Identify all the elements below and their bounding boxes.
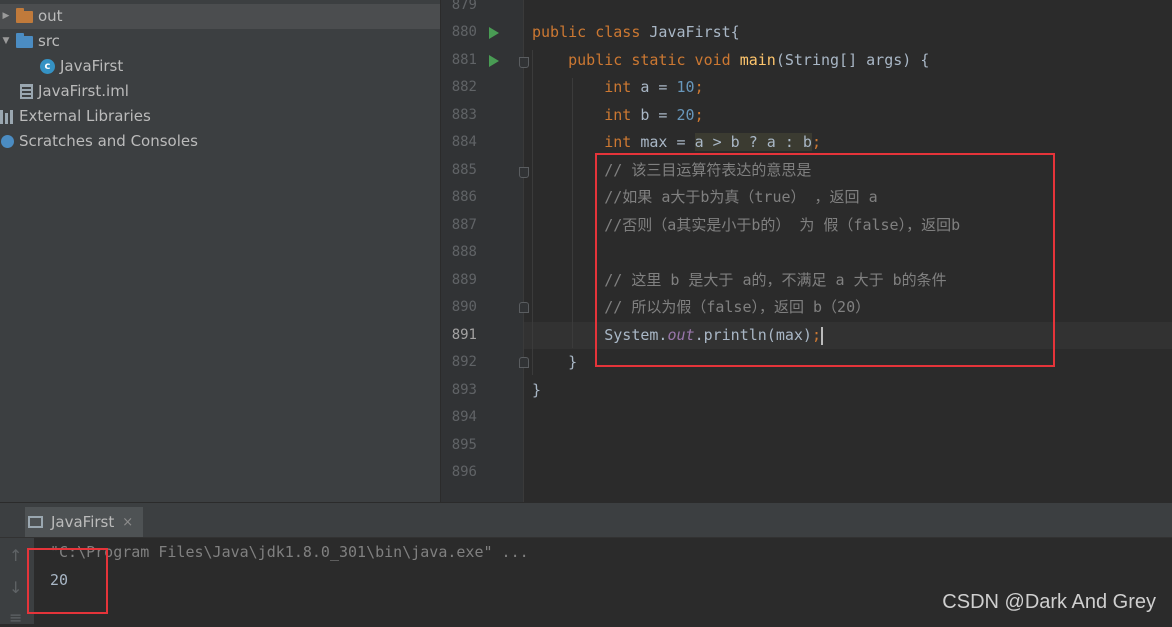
closing-brace: } [532, 381, 542, 399]
line-number: 882 [451, 79, 477, 95]
code-line-892: } [532, 349, 577, 376]
chevron-down-icon[interactable]: ▼ [0, 29, 12, 54]
tree-item-src[interactable]: ▼ src [0, 29, 60, 54]
semicolon: ; [694, 106, 704, 124]
closing-brace: } [568, 353, 578, 371]
line-number: 890 [451, 299, 477, 315]
code-line-893: } [532, 377, 541, 404]
line-number: 885 [451, 162, 477, 178]
fold-marker-icon[interactable] [519, 57, 529, 68]
run-tool-window: JavaFirst × ↑ ↓ ≡ "C:\Program Files\Java… [0, 503, 1172, 627]
code-line-883: int b = 20; [532, 102, 704, 129]
tree-item-label: JavaFirst.iml [38, 82, 129, 100]
fold-marker-icon[interactable] [519, 357, 529, 368]
tree-item-external-libraries[interactable]: External Libraries [0, 104, 151, 129]
code-line-884: int max = a > b ? a : b; [532, 129, 821, 156]
keyword: int [604, 133, 641, 151]
code-editor[interactable]: 879 880 881 882 883 884 885 886 887 888 … [441, 0, 1172, 502]
keyword: int [604, 106, 641, 124]
line-number: 888 [451, 244, 477, 260]
folder-icon [16, 7, 33, 23]
code-line-882: int a = 10; [532, 74, 704, 101]
method-name: main [739, 51, 776, 69]
code-text: a = [640, 78, 677, 96]
code-text: b = [640, 106, 677, 124]
line-number: 893 [451, 382, 477, 398]
project-tree-panel: ▶ out ▼ src c JavaFirst JavaFirst.iml Ex… [0, 0, 440, 502]
tree-item-scratches[interactable]: Scratches and Consoles [0, 129, 198, 154]
run-class-icon[interactable] [489, 27, 499, 39]
tree-item-out[interactable]: ▶ out [0, 4, 440, 29]
line-number: 896 [451, 464, 477, 480]
code-text: max = [640, 133, 695, 151]
line-number: 889 [451, 272, 477, 288]
semicolon: ; [694, 78, 704, 96]
chevron-right-icon[interactable]: ▶ [0, 4, 12, 29]
line-number: 881 [451, 52, 477, 68]
line-number: 895 [451, 437, 477, 453]
fold-marker-icon[interactable] [519, 167, 529, 178]
watermark-text: CSDN @Dark And Grey [942, 591, 1156, 613]
gutter-divider [523, 0, 524, 502]
library-icon [0, 109, 14, 124]
keyword: public static void [568, 51, 740, 69]
arrow-up-icon[interactable]: ↑ [9, 546, 22, 565]
console-icon [28, 516, 43, 528]
code-line-880: public class JavaFirst{ [532, 19, 740, 46]
code-line-881: public static void main(String[] args) { [532, 47, 929, 74]
line-number: 894 [451, 409, 477, 425]
tree-item-label: JavaFirst [60, 57, 124, 75]
console-command-line: "C:\Program Files\Java\jdk1.8.0_301\bin\… [50, 543, 529, 561]
class-name: JavaFirst{ [649, 23, 740, 41]
run-tab-bar: JavaFirst × [0, 503, 1172, 538]
fold-marker-icon[interactable] [519, 302, 529, 313]
line-number-active: 891 [451, 327, 477, 343]
tree-item-label: src [38, 32, 60, 50]
number-literal: 10 [676, 78, 695, 96]
tab-label: JavaFirst [51, 513, 115, 531]
tree-item-label: External Libraries [19, 107, 151, 125]
number-literal: 20 [676, 106, 695, 124]
arrow-down-icon[interactable]: ↓ [9, 578, 22, 597]
line-number: 886 [451, 189, 477, 205]
tree-item-label: out [38, 7, 63, 25]
tree-item-iml[interactable]: JavaFirst.iml [20, 79, 129, 104]
tree-item-label: Scratches and Consoles [19, 132, 198, 150]
ternary-expression-highlight: a > b ? a : b [694, 133, 812, 151]
run-main-icon[interactable] [489, 55, 499, 67]
annotation-box-output [27, 548, 108, 614]
line-number: 880 [451, 24, 477, 40]
tab-javafirst[interactable]: JavaFirst × [25, 507, 143, 537]
semicolon: ; [811, 133, 821, 151]
module-file-icon [20, 84, 33, 99]
scratches-icon [1, 135, 14, 148]
close-icon[interactable]: × [122, 515, 133, 530]
keyword: public class [532, 23, 650, 41]
line-number: 884 [451, 134, 477, 150]
java-class-icon: c [40, 59, 55, 74]
annotation-box-comments [595, 153, 1055, 367]
line-number: 879 [451, 0, 477, 13]
keyword: int [604, 78, 641, 96]
source-folder-icon [16, 32, 33, 48]
line-number: 887 [451, 217, 477, 233]
line-number: 892 [451, 354, 477, 370]
tree-item-javafirst-class[interactable]: c JavaFirst [40, 54, 123, 79]
line-number: 883 [451, 107, 477, 123]
code-text: (String[] args) { [775, 51, 930, 69]
soft-wrap-icon[interactable]: ≡ [9, 608, 22, 627]
